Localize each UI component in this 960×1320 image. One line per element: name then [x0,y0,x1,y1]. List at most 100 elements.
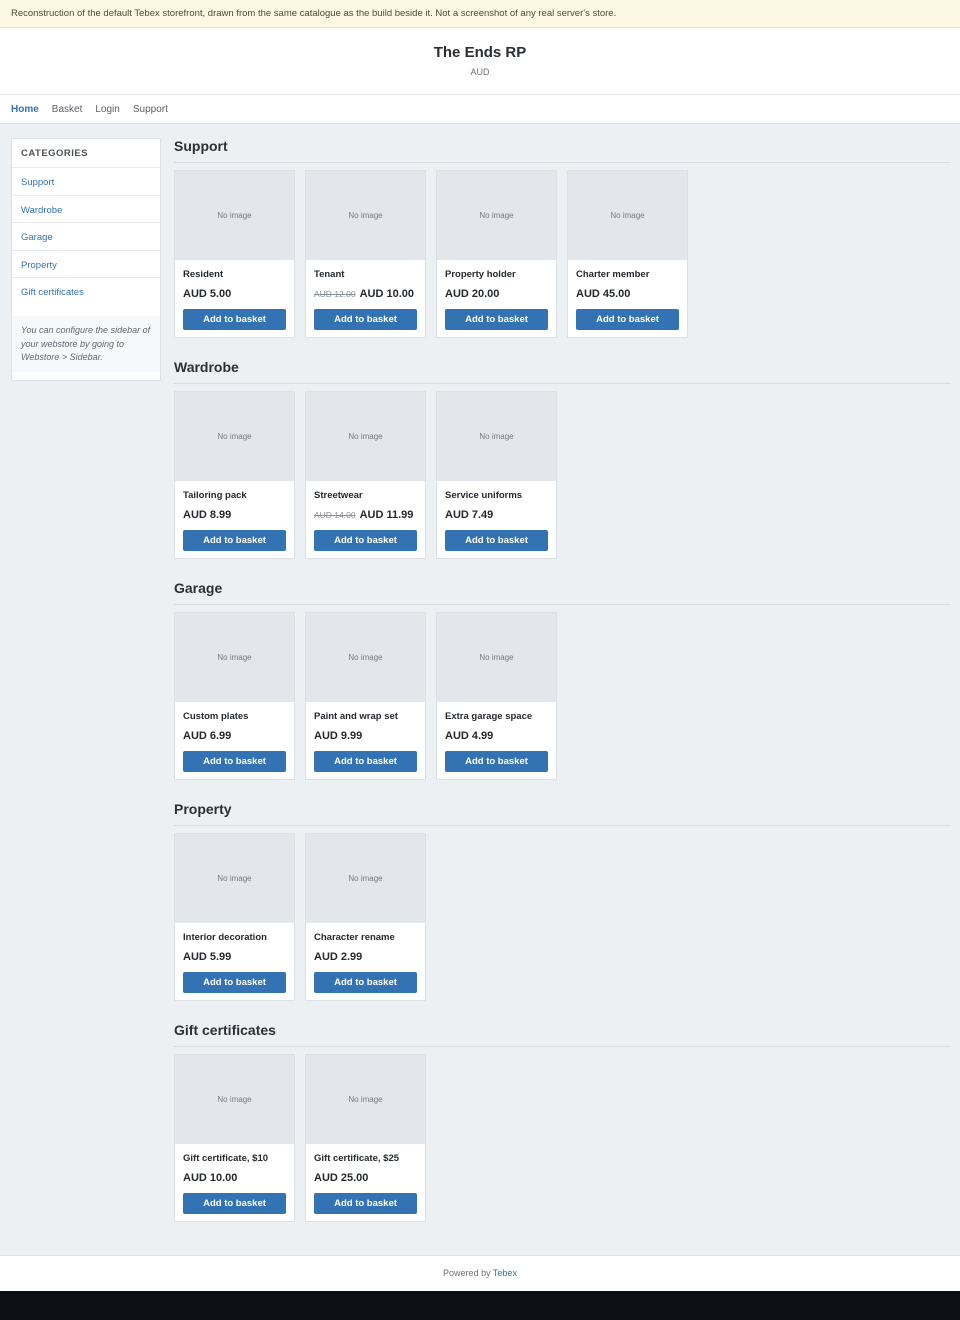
package-price-row: AUD 45.00 [576,288,630,300]
package-card: No image Resident AUD 5.00 Add to basket [174,170,295,338]
sidebar-link-wardrobe[interactable]: Wardrobe [21,205,62,216]
package-image-placeholder: No image [175,1055,294,1144]
sidebar-note: You can configure the sidebar of your we… [12,316,160,372]
package-price-row: AUD 7.49 [445,509,493,521]
package-price: AUD 11.99 [359,509,414,521]
sidebar-heading: CATEGORIES [12,139,160,168]
sidebar-link-property[interactable]: Property [21,260,57,271]
package-name[interactable]: Service uniforms [445,490,522,501]
add-to-basket-button[interactable]: Add to basket [314,751,417,772]
package-image-placeholder: No image [175,392,294,481]
package-name[interactable]: Gift certificate, $10 [183,1153,268,1164]
store-title: The Ends RP [433,44,527,61]
add-to-basket-button[interactable]: Add to basket [314,1193,417,1214]
package-price-row: AUD 25.00 [314,1172,368,1184]
category-title: Garage [174,580,223,596]
nav-support[interactable]: Support [133,104,168,115]
package-original-price: AUD 14.00 [314,510,356,520]
package-name[interactable]: Character rename [314,932,395,943]
add-to-basket-button[interactable]: Add to basket [314,309,417,330]
category-section-garage: Garage No image Custom plates AUD 6.99 Add t… [174,566,951,780]
package-card: No image Property holder AUD 20.00 Add to b… [436,170,557,338]
add-to-basket-button[interactable]: Add to basket [183,751,286,772]
package-price: AUD 20.00 [445,288,500,300]
package-name[interactable]: Property holder [445,269,516,280]
add-to-basket-button[interactable]: Add to basket [183,309,286,330]
package-name[interactable]: Interior decoration [183,932,267,943]
package-image-placeholder: No image [306,613,425,702]
package-name[interactable]: Custom plates [183,711,248,722]
package-image-placeholder: No image [568,171,687,260]
package-price: AUD 8.99 [183,509,232,521]
footer-text: Powered by [443,1268,491,1278]
package-name[interactable]: Charter member [576,269,649,280]
package-price-row: AUD 4.99 [445,730,493,742]
package-price: AUD 7.49 [445,509,494,521]
package-image-placeholder: No image [306,171,425,260]
package-price: AUD 45.00 [576,288,631,300]
add-to-basket-button[interactable]: Add to basket [314,530,417,551]
package-price-row: AUD 10.00 [183,1172,237,1184]
package-name[interactable]: Streetwear [314,490,363,501]
package-image-placeholder: No image [306,392,425,481]
package-name[interactable]: Extra garage space [445,711,532,722]
add-to-basket-button[interactable]: Add to basket [314,972,417,993]
footer-tebex-link[interactable]: Tebex [493,1268,517,1278]
nav-basket[interactable]: Basket [52,104,83,115]
package-name[interactable]: Resident [183,269,223,280]
category-section-gift-certificates: Gift certificates No image Gift certificat… [174,1008,951,1222]
package-name[interactable]: Tenant [314,269,344,280]
package-price: AUD 5.00 [183,288,232,300]
add-to-basket-button[interactable]: Add to basket [445,309,548,330]
package-image-placeholder: No image [437,613,556,702]
package-card: No image Service uniforms AUD 7.49 Add to b… [436,391,557,559]
nav-home[interactable]: Home [11,104,39,115]
category-section-support: Support No image Resident AUD 5.00 Add to ba… [174,124,951,338]
store-header: The Ends RP AUD [0,28,960,95]
footer: Powered by Tebex [0,1255,960,1291]
package-name[interactable]: Gift certificate, $25 [314,1153,399,1164]
package-grid: No image Gift certificate, $10 AUD 10.00 Ad… [174,1054,436,1222]
package-card: No image Interior decoration AUD 5.99 Add t… [174,833,295,1001]
add-to-basket-button[interactable]: Add to basket [445,751,548,772]
storefront-page: Reconstruction of the default Tebex stor… [0,0,960,1291]
add-to-basket-button[interactable]: Add to basket [183,972,286,993]
add-to-basket-button[interactable]: Add to basket [183,530,286,551]
category-divider [174,604,951,605]
package-original-price: AUD 12.00 [314,289,356,299]
package-card: No image Charter member AUD 45.00 Add to ba… [567,170,688,338]
package-image-placeholder: No image [306,834,425,923]
category-title: Gift certificates [174,1022,276,1038]
sidebar-link-gift-certificates[interactable]: Gift certificates [21,287,84,298]
package-price: AUD 25.00 [314,1172,369,1184]
add-to-basket-button[interactable]: Add to basket [445,530,548,551]
nav-login[interactable]: Login [95,104,119,115]
category-divider [174,383,951,384]
package-price-row: AUD 12.00 AUD 10.00 [314,288,414,300]
package-image-placeholder: No image [175,834,294,923]
package-price-row: AUD 20.00 [445,288,499,300]
sidebar-link-support[interactable]: Support [21,177,54,188]
package-price-row: AUD 9.99 [314,730,362,742]
add-to-basket-button[interactable]: Add to basket [576,309,679,330]
add-to-basket-button[interactable]: Add to basket [183,1193,286,1214]
sidebar-link-garage[interactable]: Garage [21,232,53,243]
package-name[interactable]: Paint and wrap set [314,711,398,722]
package-price-row: AUD 5.99 [183,951,231,963]
sidebar-item-gift-certificates: Gift certificates [12,278,160,306]
package-name[interactable]: Tailoring pack [183,490,247,501]
package-card: No image Extra garage space AUD 4.99 Add to… [436,612,557,780]
category-divider [174,162,951,163]
main-layout: CATEGORIES Support Wardrobe Garage Prope… [0,124,960,1254]
notice-banner: Reconstruction of the default Tebex stor… [0,0,960,28]
sidebar-item-garage: Garage [12,223,160,251]
category-section-property: Property No image Interior decoration AUD 5… [174,787,951,1001]
package-price-row: AUD 2.99 [314,951,362,963]
category-section-wardrobe: Wardrobe No image Tailoring pack AUD 8.99 Ad… [174,345,951,559]
package-grid: No image Resident AUD 5.00 Add to basket No … [174,170,698,338]
package-card: No image Paint and wrap set AUD 9.99 Add to… [305,612,426,780]
package-card: No image Tailoring pack AUD 8.99 Add to bas… [174,391,295,559]
package-price: AUD 2.99 [314,951,363,963]
package-card: No image Streetwear AUD 14.00 AUD 11.99 Add … [305,391,426,559]
package-grid: No image Custom plates AUD 6.99 Add to bask… [174,612,567,780]
